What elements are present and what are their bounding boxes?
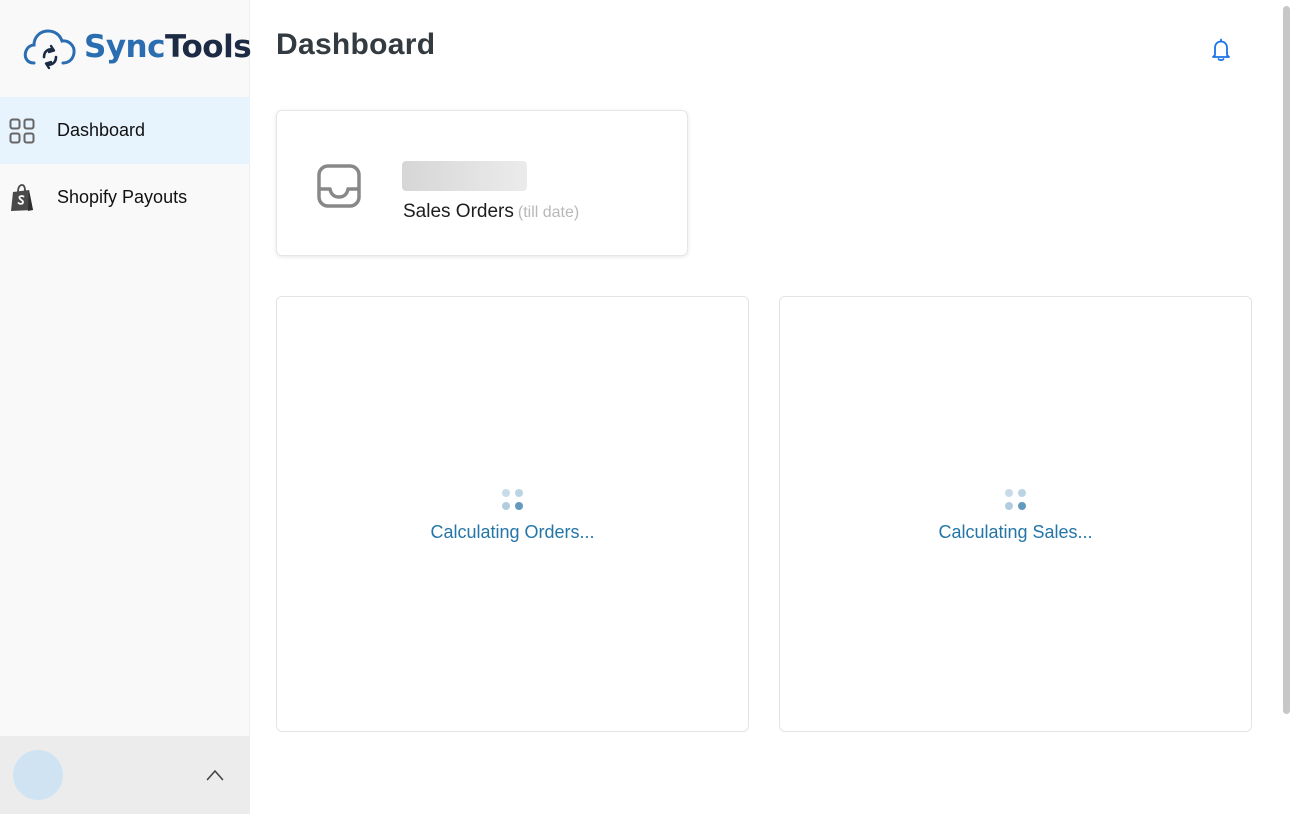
stat-sub-label: (till date) xyxy=(517,204,580,221)
loading-text: Calculating Sales... xyxy=(938,522,1093,542)
sidebar-footer xyxy=(0,736,250,814)
sidebar-item-shopify-payouts[interactable]: Shopify Payouts xyxy=(0,164,250,231)
bell-icon[interactable] xyxy=(1210,38,1232,67)
shopify-bag-icon xyxy=(9,183,35,211)
chevron-up-icon[interactable] xyxy=(206,769,224,781)
stat-label-text: Sales Orders xyxy=(403,201,514,222)
loader-dot xyxy=(1005,502,1013,510)
stat-label: Sales Orders (till date) xyxy=(403,201,579,223)
scrollbar-thumb[interactable] xyxy=(1283,6,1290,714)
sidebar-item-dashboard[interactable]: Dashboard xyxy=(0,97,250,164)
loader-dot xyxy=(1018,502,1026,510)
sales-orders-card: Sales Orders (till date) xyxy=(276,110,688,256)
loading-text: Calculating Orders... xyxy=(430,522,595,542)
sales-loader: Calculating Sales... xyxy=(780,489,1251,543)
sidebar-item-label: Shopify Payouts xyxy=(57,187,188,207)
app-root: SyncTools Dashboard Shopify Payouts Dash… xyxy=(0,0,1295,814)
orders-chart-panel: Calculating Orders... xyxy=(276,296,749,732)
vertical-scrollbar[interactable] xyxy=(1280,0,1295,814)
cloud-sync-icon xyxy=(22,23,78,71)
sidebar-nav: Dashboard Shopify Payouts xyxy=(0,97,250,231)
loader-dot xyxy=(1018,489,1026,497)
loader-dot xyxy=(502,489,510,497)
logo-text: SyncTools xyxy=(84,29,252,65)
logo-text-sync: Sync xyxy=(84,29,165,65)
main-content: Dashboard Sales Orders (till date) Calcu… xyxy=(250,0,1280,814)
loader-dot xyxy=(1005,489,1013,497)
orders-loader: Calculating Orders... xyxy=(277,489,748,543)
page-title: Dashboard xyxy=(276,28,436,61)
avatar[interactable] xyxy=(13,750,63,800)
loader-dot xyxy=(515,502,523,510)
value-skeleton xyxy=(402,161,527,191)
loader-dot xyxy=(515,489,523,497)
logo[interactable]: SyncTools xyxy=(22,22,252,72)
grid-icon xyxy=(9,118,35,144)
loading-spinner-icon xyxy=(502,489,523,510)
logo-text-tools: Tools xyxy=(164,29,252,65)
sales-chart-panel: Calculating Sales... xyxy=(779,296,1252,732)
sidebar: SyncTools Dashboard Shopify Payouts xyxy=(0,0,252,814)
loader-dot xyxy=(502,502,510,510)
loading-spinner-icon xyxy=(1005,489,1026,510)
inbox-icon xyxy=(316,163,362,214)
sidebar-item-label: Dashboard xyxy=(57,120,146,140)
